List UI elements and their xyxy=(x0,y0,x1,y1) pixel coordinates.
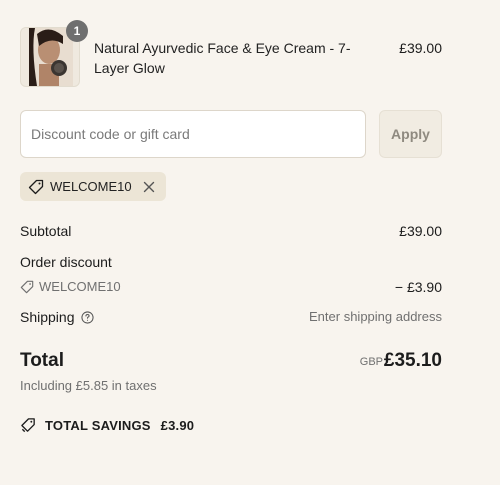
subtotal-value: £39.00 xyxy=(399,223,442,239)
total-label: Total xyxy=(20,350,64,371)
product-price: £39.00 xyxy=(399,40,442,56)
shipping-label-text: Shipping xyxy=(20,309,75,325)
order-discount-label: Order discount xyxy=(20,254,112,270)
shipping-value: Enter shipping address xyxy=(309,309,442,324)
applied-discount-tag: WELCOME10 xyxy=(20,172,166,201)
order-discount-code-text: WELCOME10 xyxy=(39,279,121,294)
tag-icon xyxy=(28,179,44,195)
quantity-badge: 1 xyxy=(66,20,88,42)
subtotal-label: Subtotal xyxy=(20,223,72,239)
shipping-label: Shipping xyxy=(20,309,94,325)
product-photo-graphic xyxy=(29,28,73,86)
total-currency: GBP xyxy=(359,356,383,368)
apply-discount-button[interactable]: Apply xyxy=(379,110,442,158)
total-savings-label: TOTAL SAVINGS xyxy=(45,418,151,433)
question-circle-icon[interactable] xyxy=(80,310,94,324)
discount-code-input[interactable] xyxy=(20,110,366,158)
close-icon[interactable] xyxy=(142,180,156,194)
tag-icon xyxy=(20,280,34,294)
applied-discount-code: WELCOME10 xyxy=(50,179,132,194)
taxes-note: Including £5.85 in taxes xyxy=(20,378,157,393)
discount-amount: − £3.90 xyxy=(394,279,442,295)
total-amount: £35.10 xyxy=(383,350,442,371)
total-savings-amount: £3.90 xyxy=(160,418,195,433)
order-discount-code: WELCOME10 xyxy=(20,279,121,294)
product-title: Natural Ayurvedic Face & Eye Cream - 7-L… xyxy=(94,40,351,76)
tags-icon xyxy=(20,417,37,434)
total-savings: TOTAL SAVINGS £3.90 xyxy=(20,417,194,434)
